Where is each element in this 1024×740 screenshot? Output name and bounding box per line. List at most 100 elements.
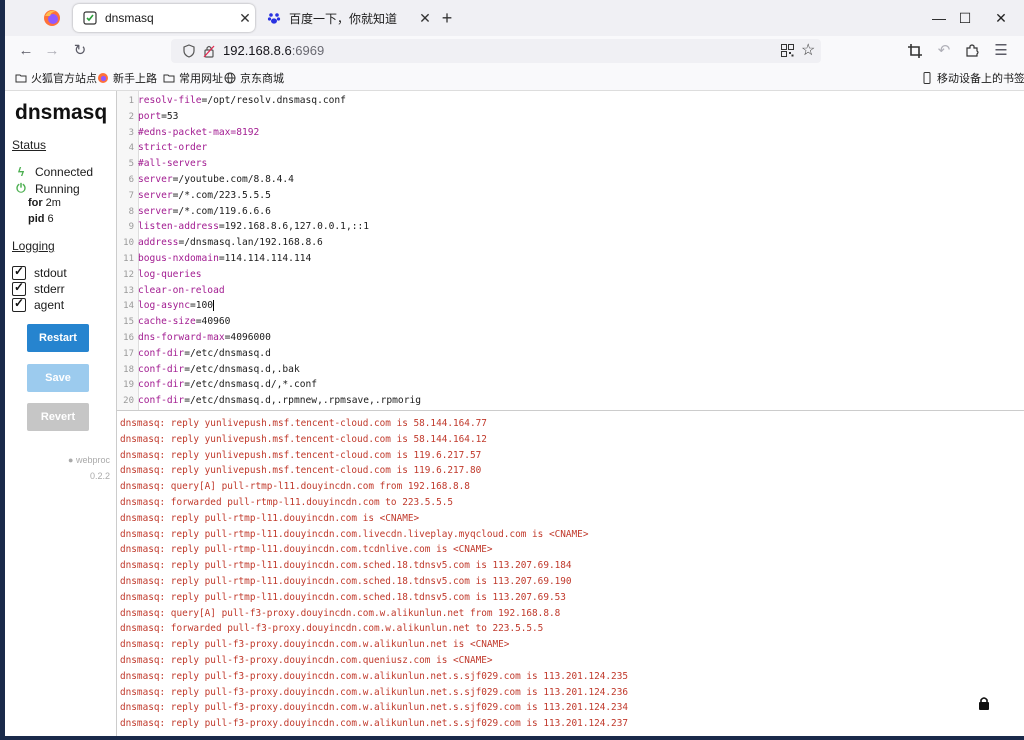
config-key: server: [138, 205, 173, 217]
line-number: 19: [123, 380, 134, 391]
config-value: =/opt/resolv.dnsmasq.conf: [201, 95, 346, 106]
checkbox-checked[interactable]: [12, 296, 26, 312]
line-number: 6: [128, 175, 134, 185]
config-value: =4096000: [224, 332, 271, 343]
editor-line[interactable]: 9 listen-address=192.168.8.6,127.0.0.1,::…: [117, 219, 369, 235]
bookmark-label: 常用网址: [179, 73, 223, 85]
line-number: 10: [123, 238, 134, 249]
line-number: 7: [128, 190, 134, 201]
editor-line[interactable]: 4 strict-order: [117, 140, 208, 156]
editor-line[interactable]: 1 resolv-file=/opt/resolv.dnsmasq.conf: [117, 93, 346, 109]
line-number: 8: [128, 206, 134, 217]
config-value: =/etc/dnsmasq.d,.rpmnew,.rpmsave,.rpmori…: [184, 395, 422, 407]
editor-line[interactable]: 10 address=/dnsmasq.lan/192.168.8.6: [117, 235, 323, 251]
editor-line[interactable]: 2 port=53: [117, 109, 179, 125]
reload-icon[interactable]: ↻: [69, 40, 91, 62]
config-key: conf-dir: [138, 379, 185, 391]
mobile-device-icon: [923, 72, 931, 84]
log-line: dnsmasq: reply pull-f3-proxy.douyincdn.c…: [120, 639, 510, 651]
log-line: dnsmasq: reply yunlivepush.msf.tencent-c…: [120, 418, 487, 429]
mobile-bookmarks[interactable]: 移动设备上的书签: [921, 70, 1024, 86]
url-bar[interactable]: 192.168.8.6:6969 ☆: [171, 39, 821, 63]
lock-icon[interactable]: [977, 696, 991, 710]
qr-code-icon[interactable]: [781, 44, 794, 57]
editor-line[interactable]: 3 #edns-packet-max=8192: [117, 125, 260, 141]
crop-screenshot-icon[interactable]: [908, 44, 922, 58]
bookmark-item[interactable]: 火狐官方站点: [15, 70, 97, 86]
editor-line[interactable]: 15 cache-size=40960: [117, 314, 230, 330]
status-heading[interactable]: Status: [12, 138, 46, 152]
line-number: 4: [128, 143, 134, 154]
config-value: =40960: [195, 316, 231, 328]
new-tab-icon[interactable]: +: [437, 8, 457, 28]
checkbox-checked[interactable]: [12, 264, 26, 280]
save-button[interactable]: Save: [27, 364, 89, 392]
url-port: :6969: [291, 43, 325, 58]
logging-heading[interactable]: Logging: [12, 239, 55, 253]
shield-icon[interactable]: [183, 44, 195, 58]
revert-button[interactable]: Revert: [27, 403, 89, 431]
uptime-label: for: [28, 197, 43, 209]
bookmark-star-icon[interactable]: ☆: [801, 40, 815, 60]
tab-dnsmasq[interactable]: dnsmasq ✕: [73, 4, 255, 32]
line-number: 14: [123, 301, 134, 312]
bookmark-item[interactable]: 常用网址: [163, 70, 223, 86]
browser-window: dnsmasq ✕ 百度一下，你就知道 ✕ + — ☐ ✕ ← → ↻ 192.…: [5, 0, 1024, 736]
stderr-checkbox[interactable]: stderr: [12, 280, 65, 296]
agent-checkbox[interactable]: agent: [12, 296, 65, 312]
bookmark-item[interactable]: 新手上路: [97, 70, 157, 86]
baidu-paw-icon: [267, 13, 281, 24]
editor-line[interactable]: 16 dns-forward-max=4096000: [117, 330, 271, 346]
editor-line[interactable]: 19 conf-dir=/etc/dnsmasq.d/,*.conf: [117, 377, 317, 393]
mobile-bookmarks-label: 移动设备上的书签: [937, 73, 1024, 85]
editor-line[interactable]: 14 log-async=100: [117, 298, 215, 314]
editor-line[interactable]: 17 conf-dir=/etc/dnsmasq.d: [117, 346, 271, 362]
stdout-checkbox[interactable]: stdout: [12, 264, 67, 280]
config-key: server: [138, 189, 173, 201]
config-key: conf-dir: [138, 347, 185, 359]
back-icon[interactable]: ←: [15, 40, 37, 62]
log-output: dnsmasq: reply yunlivepush.msf.tencent-c…: [116, 410, 1024, 736]
tab-close-icon[interactable]: ✕: [415, 10, 435, 27]
config-editor[interactable]: 1 resolv-file=/opt/resolv.dnsmasq.conf 2 po…: [116, 91, 1024, 410]
editor-line[interactable]: 12 log-queries: [117, 267, 201, 283]
brand-title: dnsmasq: [15, 101, 108, 124]
insecure-lock-icon[interactable]: [203, 44, 215, 58]
config-value: =/*.com/223.5.5.5: [172, 189, 271, 201]
pid-label: pid: [28, 213, 45, 225]
editor-line[interactable]: 7 server=/*.com/223.5.5.5: [117, 188, 271, 204]
editor-line[interactable]: 20 conf-dir=/etc/dnsmasq.d,.rpmnew,.rpmsa…: [117, 393, 421, 409]
agent-label: agent: [34, 298, 65, 312]
config-key: port: [138, 110, 162, 122]
bookmark-item[interactable]: 京东商城: [224, 70, 284, 86]
editor-line[interactable]: 6 server=/youtube.com/8.8.4.4: [117, 172, 294, 188]
firefox-menu-icon[interactable]: [41, 7, 63, 29]
editor-line[interactable]: 13 clear-on-reload: [117, 283, 224, 299]
app-menu-icon[interactable]: ☰: [990, 40, 1012, 62]
bookmark-label: 新手上路: [113, 73, 157, 85]
editor-line[interactable]: 5 #all-servers: [117, 156, 208, 172]
webproc-link[interactable]: ● webproc: [68, 455, 110, 465]
nav-bar: ← → ↻ 192.168.8.6:6969 ☆ ↶ ☰: [5, 36, 1024, 66]
config-key: dns-forward-max: [138, 332, 225, 343]
text-cursor: [213, 299, 215, 311]
config-key: bogus-nxdomain: [138, 253, 219, 264]
checkbox-checked[interactable]: [12, 280, 26, 296]
editor-line[interactable]: 11 bogus-nxdomain=114.114.114.114: [117, 251, 311, 267]
stdout-label: stdout: [34, 266, 67, 280]
line-number: 5: [128, 159, 134, 170]
tab-baidu[interactable]: 百度一下，你就知道 ✕: [257, 4, 435, 32]
tab-close-icon[interactable]: ✕: [235, 10, 255, 27]
undo-icon[interactable]: ↶: [933, 40, 955, 62]
close-window-icon[interactable]: ✕: [978, 0, 1024, 36]
url-host: 192.168.8.6: [223, 43, 292, 58]
restart-button[interactable]: Restart: [27, 324, 89, 352]
line-number: 3: [128, 127, 134, 138]
editor-line[interactable]: 18 conf-dir=/etc/dnsmasq.d,.bak: [117, 362, 300, 378]
editor-line[interactable]: 8 server=/*.com/119.6.6.6: [117, 204, 271, 220]
line-number: 11: [123, 254, 134, 264]
github-icon: ●: [68, 455, 76, 465]
forward-icon[interactable]: →: [41, 40, 63, 62]
bookmark-label: 火狐官方站点: [31, 73, 97, 85]
extensions-icon[interactable]: [965, 43, 980, 58]
